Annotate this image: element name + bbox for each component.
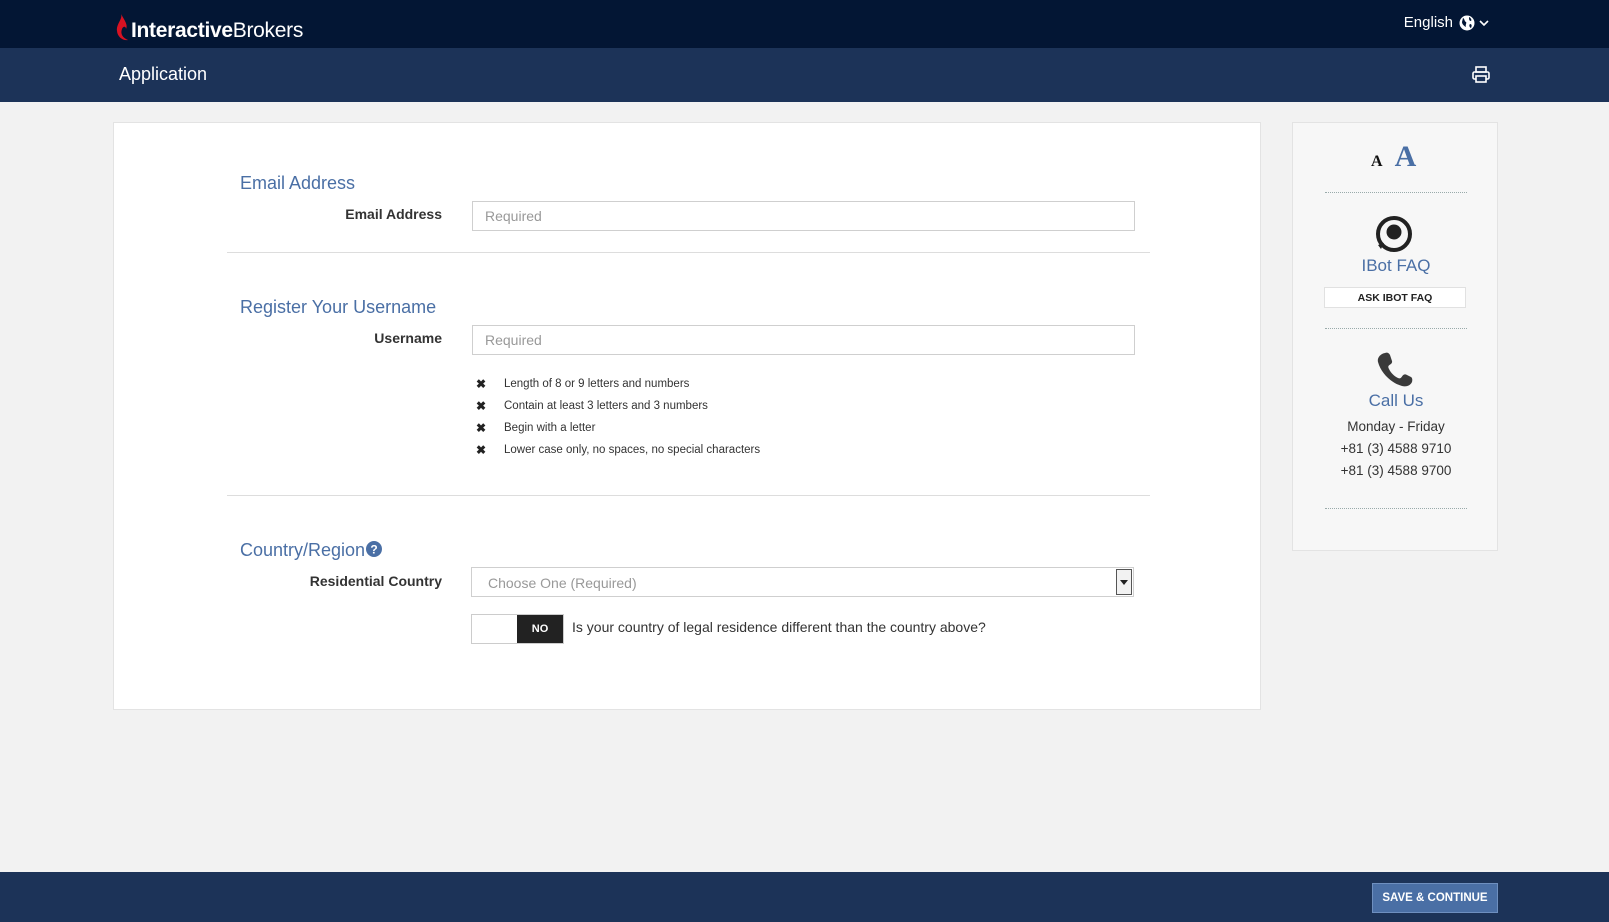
font-size-controls: A A xyxy=(1371,142,1417,172)
dotted-divider xyxy=(1325,508,1467,509)
help-sidebar: A A IBot FAQ ASK IBOT FAQ Call Us Monday… xyxy=(1292,122,1498,551)
footer-bar: SAVE & CONTINUE xyxy=(0,872,1609,922)
dotted-divider xyxy=(1325,328,1467,329)
chevron-down-icon xyxy=(1479,19,1489,26)
list-item: ✖ Lower case only, no spaces, no special … xyxy=(476,443,761,457)
top-bar: InteractiveBrokers English xyxy=(0,0,1609,48)
close-icon: ✖ xyxy=(476,421,487,435)
legal-residence-question: Is your country of legal residence diffe… xyxy=(572,619,986,635)
email-input[interactable] xyxy=(472,201,1135,231)
close-icon: ✖ xyxy=(476,399,487,413)
list-item: ✖ Begin with a letter xyxy=(476,421,596,435)
close-icon: ✖ xyxy=(476,443,487,457)
residential-country-label: Residential Country xyxy=(309,573,442,589)
phone-number-2: +81 (3) 4588 9700 xyxy=(1340,463,1452,478)
call-hours: Monday - Friday xyxy=(1347,419,1445,434)
residential-country-select[interactable]: Choose One (Required) xyxy=(471,567,1134,597)
logo-flame-icon xyxy=(116,14,128,41)
logo-text: InteractiveBrokers xyxy=(131,19,304,42)
call-us-title: Call Us xyxy=(1368,391,1424,410)
print-icon[interactable] xyxy=(1472,66,1490,83)
sub-header: Application xyxy=(0,48,1609,102)
section-divider xyxy=(227,252,1150,253)
username-section-title: Register Your Username xyxy=(240,297,437,317)
dropdown-arrow-icon[interactable] xyxy=(1116,569,1132,595)
language-label: English xyxy=(1403,14,1453,31)
language-selector[interactable]: English xyxy=(1404,14,1489,31)
ibot-icon[interactable] xyxy=(1375,215,1413,253)
question-circle-icon[interactable]: ? xyxy=(366,541,382,557)
list-item: ✖ Length of 8 or 9 letters and numbers xyxy=(476,377,690,391)
select-value: Choose One (Required) xyxy=(488,575,637,591)
phone-number-1: +81 (3) 4588 9710 xyxy=(1340,441,1452,456)
save-continue-button[interactable]: SAVE & CONTINUE xyxy=(1372,883,1498,913)
email-label: Email Address xyxy=(345,206,442,222)
close-icon: ✖ xyxy=(476,377,487,391)
username-rules-list: ✖ Length of 8 or 9 letters and numbers ✖ C… xyxy=(476,373,760,461)
legal-residence-toggle[interactable]: NO xyxy=(471,614,564,644)
logo[interactable]: InteractiveBrokers xyxy=(114,12,303,42)
font-size-small-button[interactable]: A xyxy=(1371,153,1383,171)
country-section-title-text: Country/Region xyxy=(240,540,366,560)
dotted-divider xyxy=(1325,192,1467,193)
font-size-large-button[interactable]: A xyxy=(1395,142,1417,172)
phone-icon xyxy=(1377,352,1413,387)
list-item: ✖ Contain at least 3 letters and 3 number… xyxy=(476,399,708,413)
ask-ibot-faq-button[interactable]: ASK IBOT FAQ xyxy=(1324,287,1466,308)
email-section-title: Email Address xyxy=(240,173,356,193)
username-label: Username xyxy=(374,330,442,346)
toggle-state-label: NO xyxy=(517,615,563,643)
username-input[interactable] xyxy=(472,325,1135,355)
globe-icon xyxy=(1459,15,1475,30)
section-divider xyxy=(227,495,1150,496)
ibot-faq-title[interactable]: IBot FAQ xyxy=(1293,256,1499,276)
country-section-title: Country/Region xyxy=(240,540,365,561)
page-title: Application xyxy=(119,64,208,84)
svg-text:?: ? xyxy=(370,543,377,557)
